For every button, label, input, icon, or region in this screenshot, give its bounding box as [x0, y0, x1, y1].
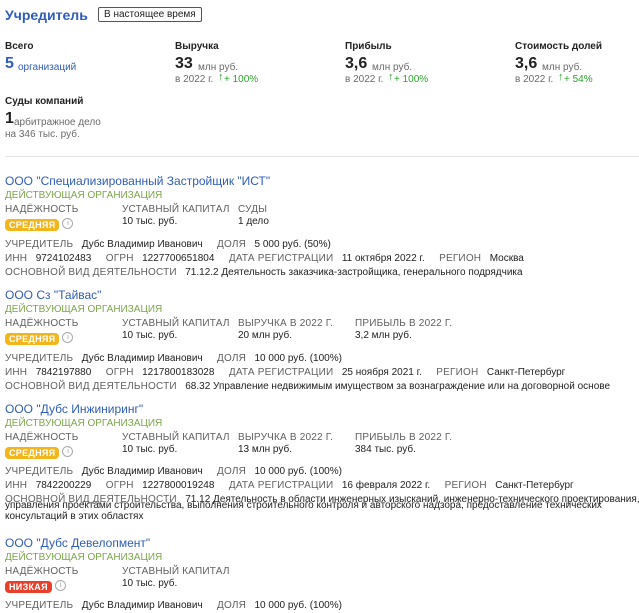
arrow-up-icon: ↑ — [558, 71, 564, 83]
share-label: ДОЛЯ — [217, 600, 247, 611]
courts-value: 1 дело — [238, 216, 269, 227]
stat-label: Выручка — [175, 41, 219, 52]
info-icon[interactable]: i — [54, 580, 66, 592]
stat-value: 33 — [175, 55, 193, 72]
stat-change: + 100% — [224, 74, 259, 85]
capital-value: 10 тыс. руб. — [122, 444, 178, 455]
info-icon[interactable]: i — [62, 446, 74, 458]
info-icon[interactable]: i — [62, 218, 74, 230]
org-name-link[interactable]: ООО "Дубс Инжиниринг" — [5, 402, 143, 416]
capital-value: 10 тыс. руб. — [122, 578, 178, 589]
reliability-value: СРЕДНЯЯ i — [5, 443, 74, 461]
revenue-value: 20 млн руб. — [238, 330, 292, 341]
capital-value: 10 тыс. руб. — [122, 216, 178, 227]
capital-value: 10 тыс. руб. — [122, 330, 178, 341]
reliability-badge: СРЕДНЯЯ — [5, 333, 60, 345]
capital-label: УСТАВНЫЙ КАПИТАЛ — [122, 204, 230, 215]
stat-label: Стоимость долей — [515, 41, 603, 52]
stat-label: Суды компаний — [5, 96, 84, 107]
org-name-link[interactable]: ООО "Дубс Девелопмент" — [5, 536, 150, 550]
reliability-label: НАДЁЖНОСТЬ — [5, 432, 79, 443]
activity-label: ОСНОВНОЙ ВИД ДЕЯТЕЛЬНОСТИ — [5, 381, 177, 392]
capital-label: УСТАВНЫЙ КАПИТАЛ — [122, 318, 230, 329]
founder-value: Дубс Владимир Иванович — [81, 600, 203, 611]
capital-label: УСТАВНЫЙ КАПИТАЛ — [122, 432, 230, 443]
stat-value: 1 — [5, 110, 14, 127]
reliability-label: НАДЁЖНОСТЬ — [5, 204, 79, 215]
profit-value: 384 тыс. руб. — [355, 444, 416, 455]
stat-unit: арбитражное дело — [14, 117, 101, 128]
stat-sub: в 2022 г. — [175, 74, 214, 85]
profit-value: 3,2 млн руб. — [355, 330, 412, 341]
revenue-value: 13 млн руб. — [238, 444, 292, 455]
org-name-link[interactable]: ООО Сз "Тайвас" — [5, 288, 101, 302]
stat-label: Прибыль — [345, 41, 392, 52]
activity-value-cont: управления проектами строительства, выпо… — [5, 500, 602, 511]
org-status: ДЕЙСТВУЮЩАЯ ОРГАНИЗАЦИЯ — [5, 552, 163, 563]
stat-sub: в 2022 г. — [515, 74, 554, 85]
stat-label: Всего — [5, 41, 34, 52]
activity-value: 68.32 Управление недвижимым имуществом з… — [185, 381, 611, 392]
info-icon[interactable]: i — [62, 332, 74, 344]
stat-sub: на 346 тыс. руб. — [5, 129, 80, 140]
activity-value: 71.12.2 Деятельность заказчика-застройщи… — [185, 267, 523, 278]
reliability-label: НАДЁЖНОСТЬ — [5, 566, 79, 577]
org-status: ДЕЙСТВУЮЩАЯ ОРГАНИЗАЦИЯ — [5, 418, 163, 429]
arrow-up-icon: ↑ — [388, 71, 394, 83]
revenue-label: ВЫРУЧКА В 2022 Г. — [238, 432, 334, 443]
time-filter-button[interactable]: В настоящее время — [98, 7, 202, 22]
reliability-value: СРЕДНЯЯ i — [5, 329, 74, 347]
reliability-value: СРЕДНЯЯ i — [5, 215, 74, 233]
reliability-value: НИЗКАЯ i — [5, 577, 66, 595]
reliability-badge: СРЕДНЯЯ — [5, 219, 60, 231]
stat-value: 3,6 — [345, 55, 368, 72]
activity-row: ОСНОВНОЙ ВИД ДЕЯТЕЛЬНОСТИ 68.32 Управлен… — [5, 376, 610, 394]
arrow-up-icon: ↑ — [218, 71, 224, 83]
founder-label: УЧРЕДИТЕЛЬ — [5, 600, 74, 611]
activity-label: ОСНОВНОЙ ВИД ДЕЯТЕЛЬНОСТИ — [5, 267, 177, 278]
activity-row: ОСНОВНОЙ ВИД ДЕЯТЕЛЬНОСТИ 71.12.2 Деятел… — [5, 262, 523, 280]
org-status: ДЕЙСТВУЮЩАЯ ОРГАНИЗАЦИЯ — [5, 190, 163, 201]
stat-value: 3,6 — [515, 55, 538, 72]
stat-unit-link[interactable]: организаций — [18, 62, 76, 73]
profit-label: ПРИБЫЛЬ В 2022 Г. — [355, 318, 453, 329]
reliability-badge: СРЕДНЯЯ — [5, 447, 60, 459]
profit-label: ПРИБЫЛЬ В 2022 Г. — [355, 432, 453, 443]
founder-row: УЧРЕДИТЕЛЬ Дубс Владимир Иванович — [5, 595, 203, 613]
reliability-badge: НИЗКАЯ — [5, 581, 52, 593]
stat-change: + 100% — [394, 74, 429, 85]
share-value: 10 000 руб. (100%) — [254, 600, 342, 611]
share-row: ДОЛЯ 10 000 руб. (100%) — [217, 595, 342, 613]
revenue-label: ВЫРУЧКА В 2022 Г. — [238, 318, 334, 329]
org-name-link[interactable]: ООО "Специализированный Застройщик "ИСТ" — [5, 174, 270, 188]
stat-change: + 54% — [564, 74, 593, 85]
reliability-label: НАДЁЖНОСТЬ — [5, 318, 79, 329]
stat-value-link[interactable]: 5 — [5, 55, 14, 73]
stat-sub: в 2022 г. — [345, 74, 384, 85]
courts-label: СУДЫ — [238, 204, 268, 215]
divider — [5, 156, 639, 157]
page-title: Учредитель — [5, 7, 88, 23]
activity-value-cont: консультаций в этих областях — [5, 511, 144, 522]
org-status: ДЕЙСТВУЮЩАЯ ОРГАНИЗАЦИЯ — [5, 304, 163, 315]
capital-label: УСТАВНЫЙ КАПИТАЛ — [122, 566, 230, 577]
